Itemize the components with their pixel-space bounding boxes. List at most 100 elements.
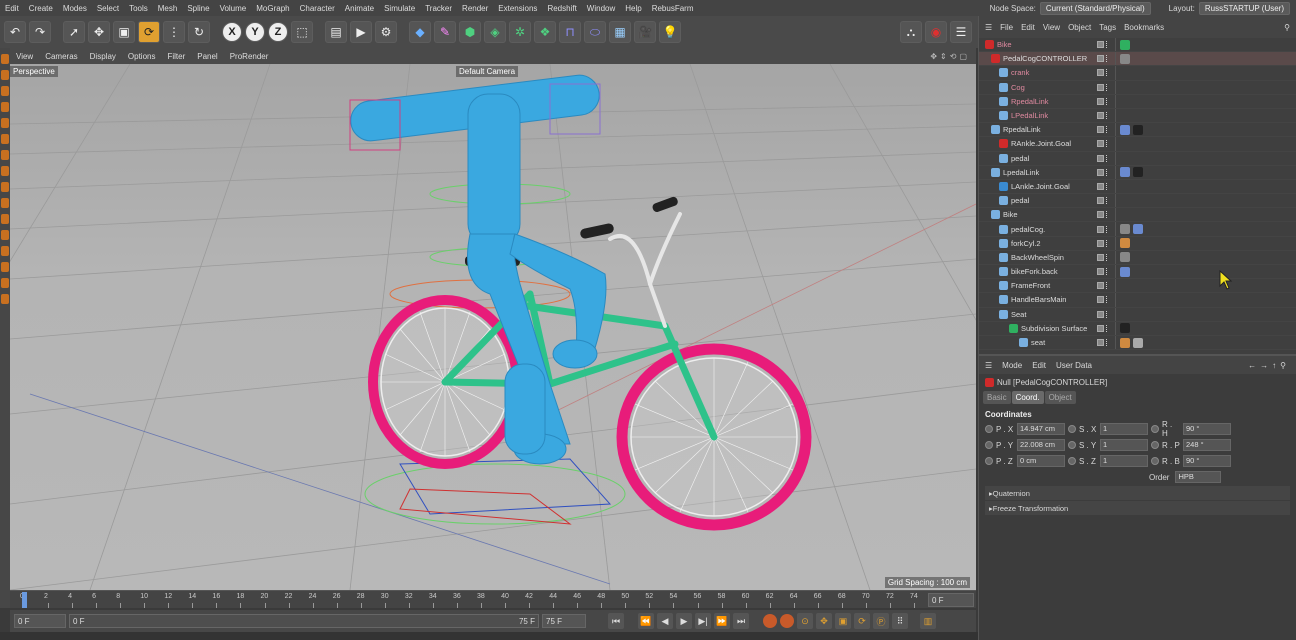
tool-icon[interactable] <box>1 230 9 240</box>
fold-quaternion[interactable]: ▸ Quaternion <box>985 486 1290 500</box>
render-settings-icon[interactable]: ⚙ <box>375 21 397 43</box>
menu-character[interactable]: Character <box>295 4 340 13</box>
om-menu-view[interactable]: View <box>1043 23 1060 32</box>
tool-icon[interactable] <box>1 118 9 128</box>
render-view-icon[interactable]: ▶ <box>350 21 372 43</box>
visibility-toggles[interactable] <box>1097 168 1111 176</box>
am-menu-icon[interactable]: ☰ <box>985 361 992 370</box>
tool-icon[interactable] <box>1 246 9 256</box>
visibility-toggles[interactable] <box>1097 55 1111 63</box>
keyframe-radio[interactable] <box>985 441 993 449</box>
object-row[interactable]: crank <box>979 66 1296 81</box>
tag-icon[interactable] <box>1120 238 1130 249</box>
tool-icon[interactable] <box>1 70 9 80</box>
tag-icon[interactable] <box>1120 337 1130 348</box>
visibility-toggles[interactable] <box>1097 324 1111 332</box>
om-menu-edit[interactable]: Edit <box>1021 23 1035 32</box>
viewport-menu-display[interactable]: Display <box>84 52 122 61</box>
menu-redshift[interactable]: Redshift <box>542 4 581 13</box>
deformer-icon[interactable]: ◈ <box>484 21 506 43</box>
scale-key-icon[interactable]: ▣ <box>835 613 851 629</box>
object-row[interactable]: BackWheelSpin <box>979 250 1296 265</box>
tag-icon[interactable] <box>1133 337 1143 348</box>
menu-mograph[interactable]: MoGraph <box>251 4 294 13</box>
scale-tool-icon[interactable]: ▣ <box>113 21 135 43</box>
object-row[interactable]: pedal <box>979 151 1296 166</box>
menu-rebusfarm[interactable]: RebusFarm <box>647 4 699 13</box>
visibility-toggles[interactable] <box>1097 282 1111 290</box>
undo-icon[interactable]: ↶ <box>4 21 26 43</box>
object-row[interactable]: Seat <box>979 307 1296 322</box>
light-icon[interactable]: 💡 <box>659 21 681 43</box>
menu-spline[interactable]: Spline <box>182 4 214 13</box>
z-axis-lock-icon[interactable]: Z <box>268 22 288 42</box>
order-select[interactable]: HPB <box>1175 471 1222 483</box>
om-menu-file[interactable]: File <box>1000 23 1013 32</box>
visibility-toggles[interactable] <box>1097 69 1111 77</box>
coord-input[interactable]: 90 ° <box>1183 455 1231 467</box>
visibility-toggles[interactable] <box>1097 253 1111 261</box>
keyframe-radio[interactable] <box>985 457 993 465</box>
menu-mesh[interactable]: Mesh <box>153 4 183 13</box>
parameter-key-icon[interactable]: Ⓟ <box>873 613 889 629</box>
tag-icon[interactable] <box>1120 167 1130 178</box>
visibility-toggles[interactable] <box>1097 154 1111 162</box>
viewport-menu-cameras[interactable]: Cameras <box>39 52 83 61</box>
keyframe-radio[interactable] <box>985 425 993 433</box>
current-frame-field[interactable]: 0 F <box>928 593 974 607</box>
go-to-end-icon[interactable]: ⏭ <box>733 613 749 629</box>
play-icon[interactable]: ▶ <box>676 613 692 629</box>
visibility-toggles[interactable] <box>1097 41 1111 49</box>
tab-object[interactable]: Object <box>1044 391 1076 404</box>
object-row[interactable]: RpedalLink <box>979 123 1296 138</box>
camera-icon[interactable]: 🎥 <box>634 21 656 43</box>
object-row[interactable]: LPedalLink <box>979 108 1296 124</box>
subdivision-icon[interactable]: ⬢ <box>459 21 481 43</box>
tab-coord[interactable]: Coord. <box>1011 391 1044 404</box>
visibility-toggles[interactable] <box>1097 197 1111 205</box>
tool-icon[interactable] <box>1 86 9 96</box>
menu-tracker[interactable]: Tracker <box>420 4 457 13</box>
end-frame-field[interactable]: 75 F <box>542 614 586 628</box>
frame-range-slider[interactable]: 0 F 75 F <box>69 614 539 628</box>
object-row[interactable]: RAnkle.Joint.Goal <box>979 137 1296 152</box>
visibility-toggles[interactable] <box>1097 126 1111 134</box>
coordinate-system-icon[interactable]: ⬚ <box>291 21 313 43</box>
tool-icon[interactable] <box>1 150 9 160</box>
redshift-render-icon[interactable]: ◉ <box>925 21 947 43</box>
tool-icon[interactable] <box>1 166 9 176</box>
go-to-start-icon[interactable]: ⏮ <box>608 613 624 629</box>
next-key-icon[interactable]: ⏩ <box>714 613 730 629</box>
menu-help[interactable]: Help <box>620 4 646 13</box>
om-menu-tags[interactable]: Tags <box>1099 23 1116 32</box>
tab-basic[interactable]: Basic <box>983 391 1011 404</box>
object-row[interactable]: pedalCog. <box>979 222 1296 237</box>
menu-render[interactable]: Render <box>457 4 493 13</box>
tool-icon[interactable] <box>1 182 9 192</box>
am-menu-user-data[interactable]: User Data <box>1056 361 1092 370</box>
keyframe-radio[interactable] <box>1068 441 1076 449</box>
cube-icon[interactable]: ◆ <box>409 21 431 43</box>
visibility-toggles[interactable] <box>1097 182 1111 190</box>
rotate-alt-icon[interactable]: ↻ <box>188 21 210 43</box>
tag-icon[interactable] <box>1133 167 1143 178</box>
keyframe-radio[interactable] <box>1151 457 1159 465</box>
om-menu-icon[interactable]: ☰ <box>985 23 992 32</box>
node-space-dropdown[interactable]: Current (Standard/Physical) <box>1039 1 1151 15</box>
coord-input[interactable]: 14.947 cm <box>1017 423 1065 435</box>
menu-volume[interactable]: Volume <box>215 4 252 13</box>
viewport[interactable]: Perspective Default Camera Grid Spacing … <box>10 64 976 590</box>
next-frame-icon[interactable]: ▶| <box>695 613 711 629</box>
menu-extensions[interactable]: Extensions <box>493 4 542 13</box>
tool-icon[interactable] <box>1 294 9 304</box>
keyframe-radio[interactable] <box>1068 457 1076 465</box>
coord-input[interactable]: 1 <box>1100 423 1148 435</box>
coord-input[interactable]: 90 ° <box>1183 423 1231 435</box>
coord-input[interactable]: 1 <box>1100 439 1148 451</box>
select-tool-icon[interactable]: ➚ <box>63 21 85 43</box>
object-row[interactable]: FrameFront <box>979 279 1296 294</box>
tag-icon[interactable] <box>1120 39 1130 50</box>
visibility-toggles[interactable] <box>1097 339 1111 347</box>
viewport-menu-options[interactable]: Options <box>122 52 162 61</box>
visibility-toggles[interactable] <box>1097 239 1111 247</box>
